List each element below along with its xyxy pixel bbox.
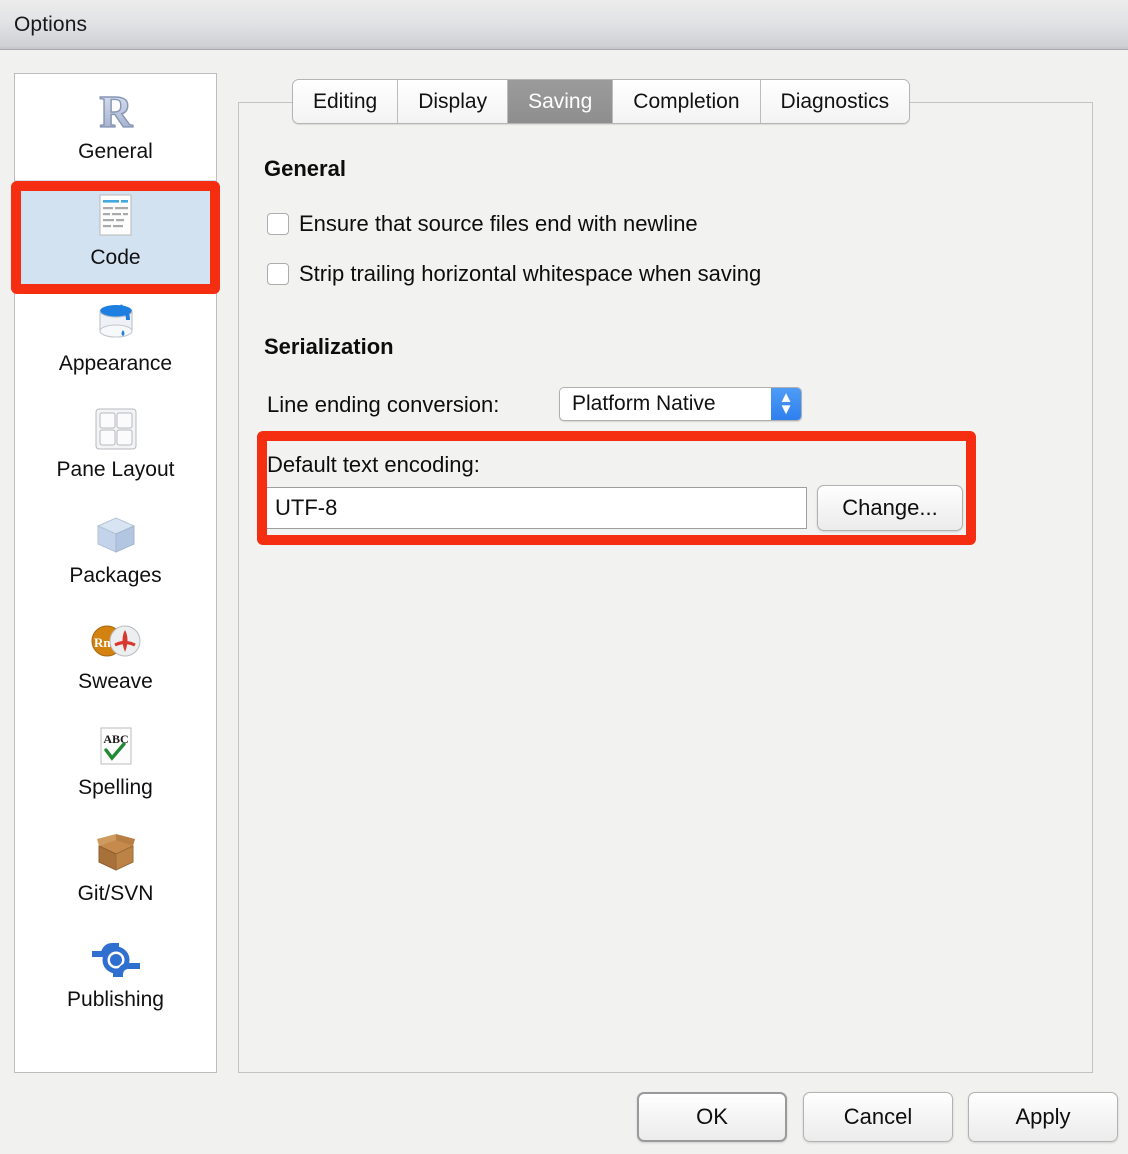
sidebar-item-pane-layout[interactable]: Pane Layout (15, 392, 216, 498)
tab-label: Saving (528, 90, 592, 114)
button-label: Cancel (844, 1104, 912, 1130)
saving-settings-panel (238, 102, 1093, 1073)
code-document-icon (86, 189, 146, 245)
encoding-label: Default text encoding: (267, 452, 480, 478)
line-ending-value: Platform Native (560, 392, 771, 416)
sidebar-item-packages[interactable]: Packages (15, 498, 216, 604)
category-sidebar[interactable]: R General (14, 73, 217, 1073)
ok-button[interactable]: OK (637, 1092, 787, 1142)
sidebar-item-label: Git/SVN (78, 883, 154, 904)
tab-label: Completion (633, 90, 739, 114)
apply-button[interactable]: Apply (968, 1092, 1118, 1142)
paint-can-icon (86, 295, 146, 351)
window-titlebar: Options (0, 0, 1128, 50)
sidebar-item-spelling[interactable]: ABC Spelling (15, 710, 216, 816)
button-label: Change... (842, 495, 937, 521)
change-encoding-button[interactable]: Change... (817, 485, 963, 531)
sidebar-item-appearance[interactable]: Appearance (15, 286, 216, 392)
sidebar-item-label: Pane Layout (57, 459, 175, 480)
button-label: OK (696, 1104, 728, 1130)
strip-whitespace-checkbox[interactable] (267, 263, 289, 285)
sidebar-item-label: Spelling (78, 777, 153, 798)
sidebar-item-label: Packages (69, 565, 161, 586)
tab-editing[interactable]: Editing (293, 80, 398, 123)
sidebar-item-label: Sweave (78, 671, 153, 692)
tab-diagnostics[interactable]: Diagnostics (761, 80, 910, 123)
ensure-newline-checkbox[interactable] (267, 213, 289, 235)
tab-display[interactable]: Display (398, 80, 508, 123)
open-box-icon (86, 825, 146, 881)
sidebar-item-code[interactable]: Code (15, 180, 216, 286)
line-ending-label: Line ending conversion: (267, 392, 499, 418)
default-encoding-value: UTF-8 (266, 495, 337, 521)
window-title: Options (14, 13, 87, 37)
cancel-button[interactable]: Cancel (803, 1092, 953, 1142)
checkbox-row-newline[interactable]: Ensure that source files end with newlin… (267, 211, 698, 237)
general-section-heading: General (264, 156, 346, 182)
svg-text:R: R (99, 86, 133, 137)
default-encoding-field[interactable]: UTF-8 (265, 487, 807, 529)
checkbox-row-strip-whitespace[interactable]: Strip trailing horizontal whitespace whe… (267, 261, 761, 287)
chevron-updown-icon[interactable]: ▲▼ (771, 388, 801, 420)
checkbox-label: Ensure that source files end with newlin… (299, 211, 698, 237)
options-dialog: Options R General (0, 0, 1128, 1154)
sidebar-item-general[interactable]: R General (15, 74, 216, 180)
settings-tabs[interactable]: Editing Display Saving Completion Diagno… (292, 79, 910, 124)
sidebar-item-publishing[interactable]: Publishing (15, 922, 216, 1028)
tab-label: Editing (313, 90, 377, 114)
r-logo-icon: R (86, 83, 146, 139)
sidebar-item-label: Publishing (67, 989, 164, 1010)
checkbox-label: Strip trailing horizontal whitespace whe… (299, 261, 761, 287)
sidebar-item-sweave[interactable]: Rnw Sweave (15, 604, 216, 710)
sidebar-item-label: General (78, 141, 153, 162)
tab-completion[interactable]: Completion (613, 80, 760, 123)
line-ending-select[interactable]: Platform Native ▲▼ (559, 387, 802, 421)
tab-label: Display (418, 90, 487, 114)
rnw-pdf-icon: Rnw (86, 613, 146, 669)
sidebar-item-label: Appearance (59, 353, 172, 374)
tab-saving[interactable]: Saving (508, 80, 613, 123)
abc-check-icon: ABC (86, 719, 146, 775)
button-label: Apply (1015, 1104, 1070, 1130)
sidebar-item-label: Code (90, 247, 140, 268)
connect-icon (86, 931, 146, 987)
tab-label: Diagnostics (781, 90, 890, 114)
package-box-icon (86, 507, 146, 563)
sidebar-item-git-svn[interactable]: Git/SVN (15, 816, 216, 922)
serialization-section-heading: Serialization (264, 334, 394, 360)
pane-grid-icon (86, 401, 146, 457)
